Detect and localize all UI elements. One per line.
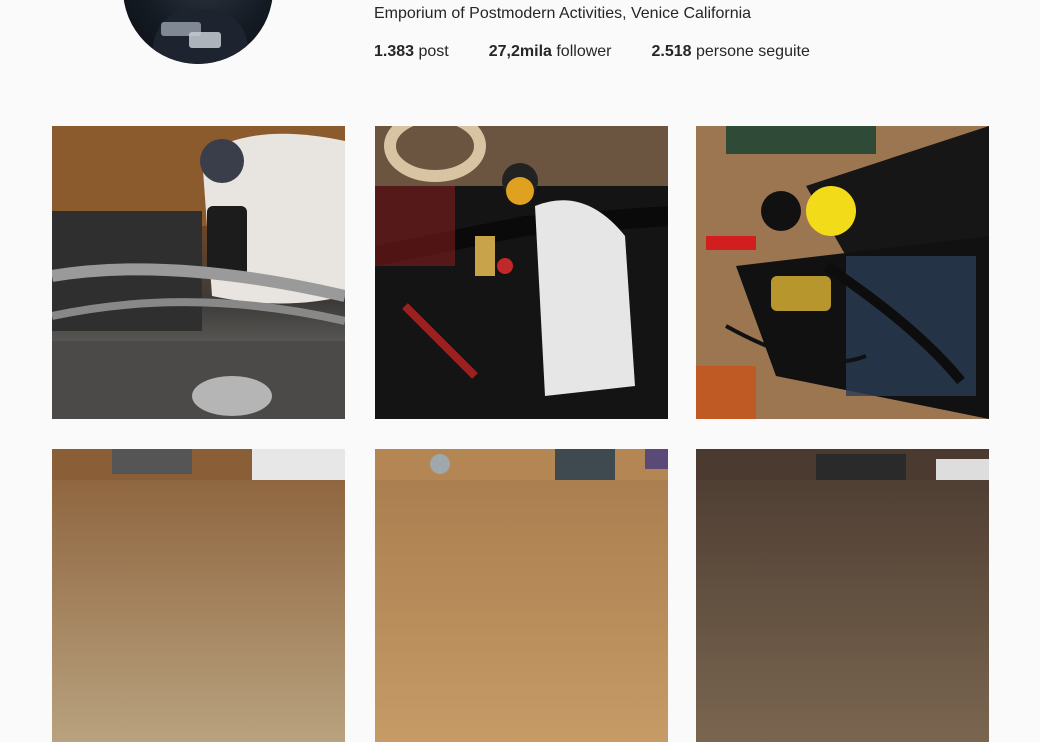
stat-followers[interactable]: 27,2mila follower [489,43,612,61]
photo-workshop-tools [696,449,989,480]
stat-following-count: 2.518 [651,43,692,60]
photo-motorcycle-controls [375,126,668,419]
stat-followers-label: follower [556,43,612,60]
profile-bio: Emporium of Postmodern Activities, Venic… [374,5,752,22]
photo-workshop [52,449,345,480]
photo-brake-lever-box [696,126,989,419]
stat-posts-count: 1.383 [374,43,415,60]
post-tile[interactable] [696,126,989,419]
stat-following-label: persone seguite [696,43,810,60]
profile-stats: 1.383 post 27,2mila follower 2.518 perso… [374,43,850,61]
photo-workshop-tank [52,126,345,419]
profile-avatar[interactable] [123,0,273,64]
post-tile[interactable] [52,126,345,419]
post-tile[interactable] [375,449,668,742]
avatar-logo-text [189,32,221,48]
stat-following[interactable]: 2.518 persone seguite [652,43,810,61]
photo-workshop-bench [375,449,668,480]
post-tile[interactable] [696,449,989,742]
stat-posts[interactable]: 1.383 post [374,43,449,61]
post-tile[interactable] [375,126,668,419]
stat-posts-label: post [418,43,449,60]
post-tile[interactable] [52,449,345,742]
stat-followers-count: 27,2mila [488,43,552,60]
